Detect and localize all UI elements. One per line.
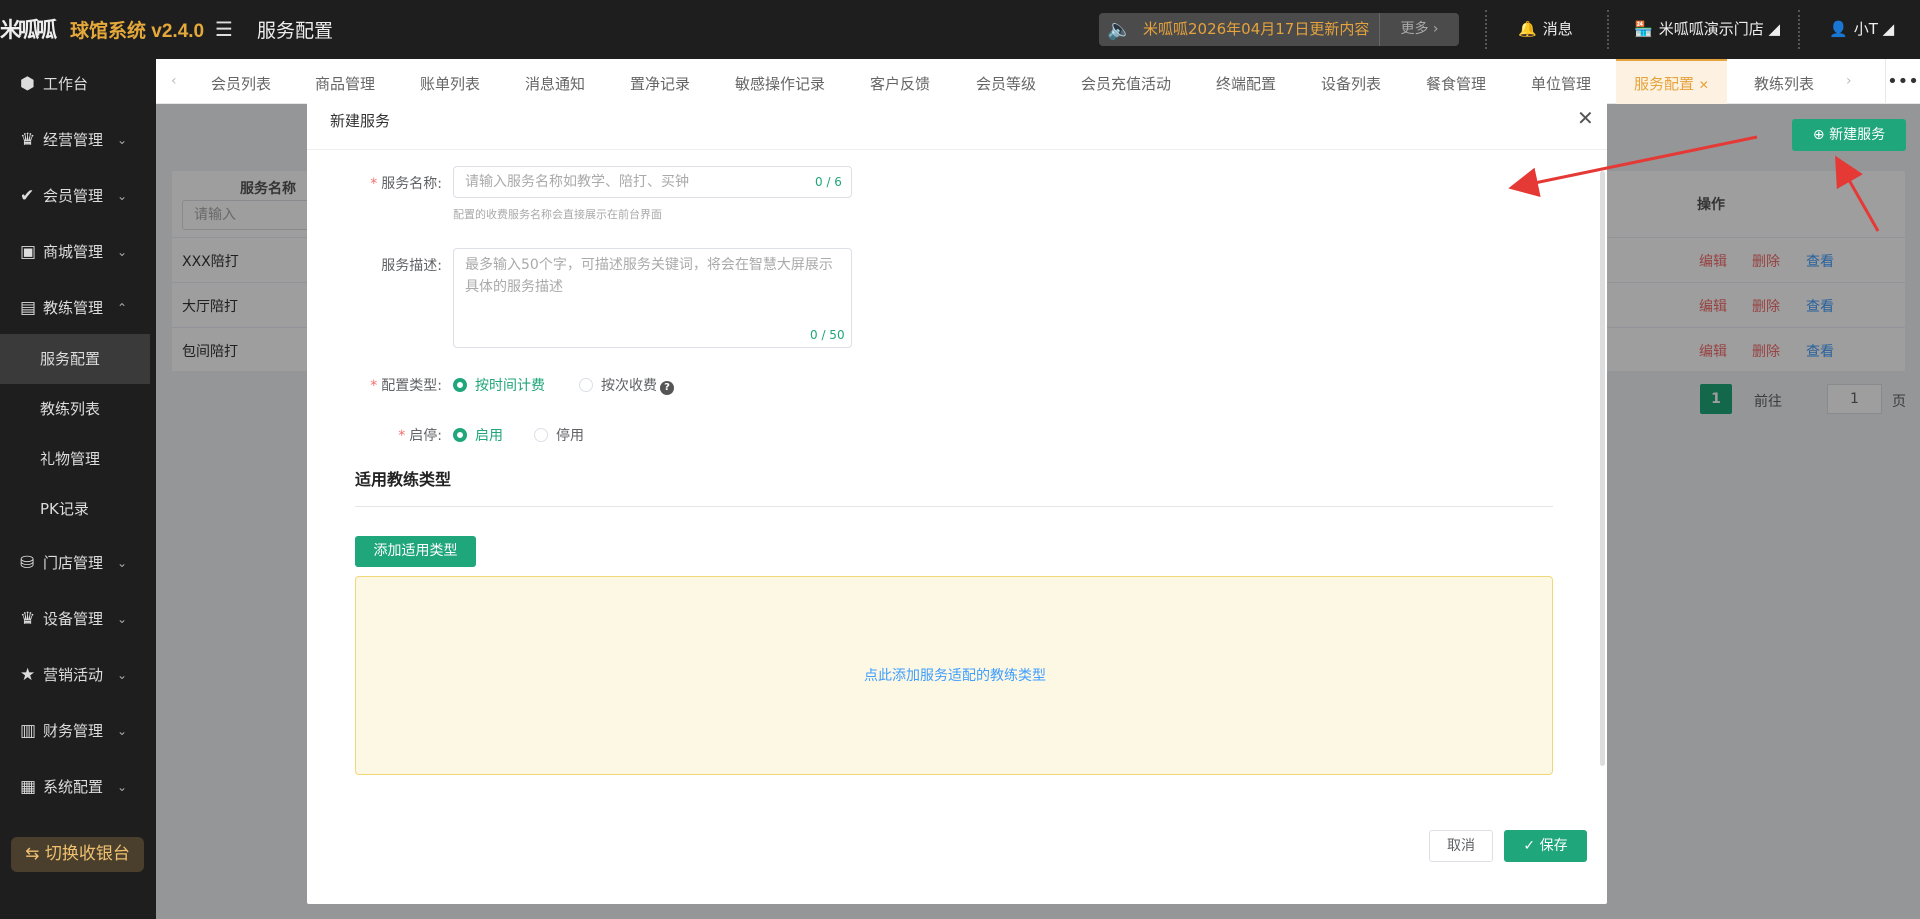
- arrow-up: [1835, 155, 1880, 232]
- annotation-arrows: [1508, 135, 1880, 232]
- arrow-left: [1508, 135, 1758, 198]
